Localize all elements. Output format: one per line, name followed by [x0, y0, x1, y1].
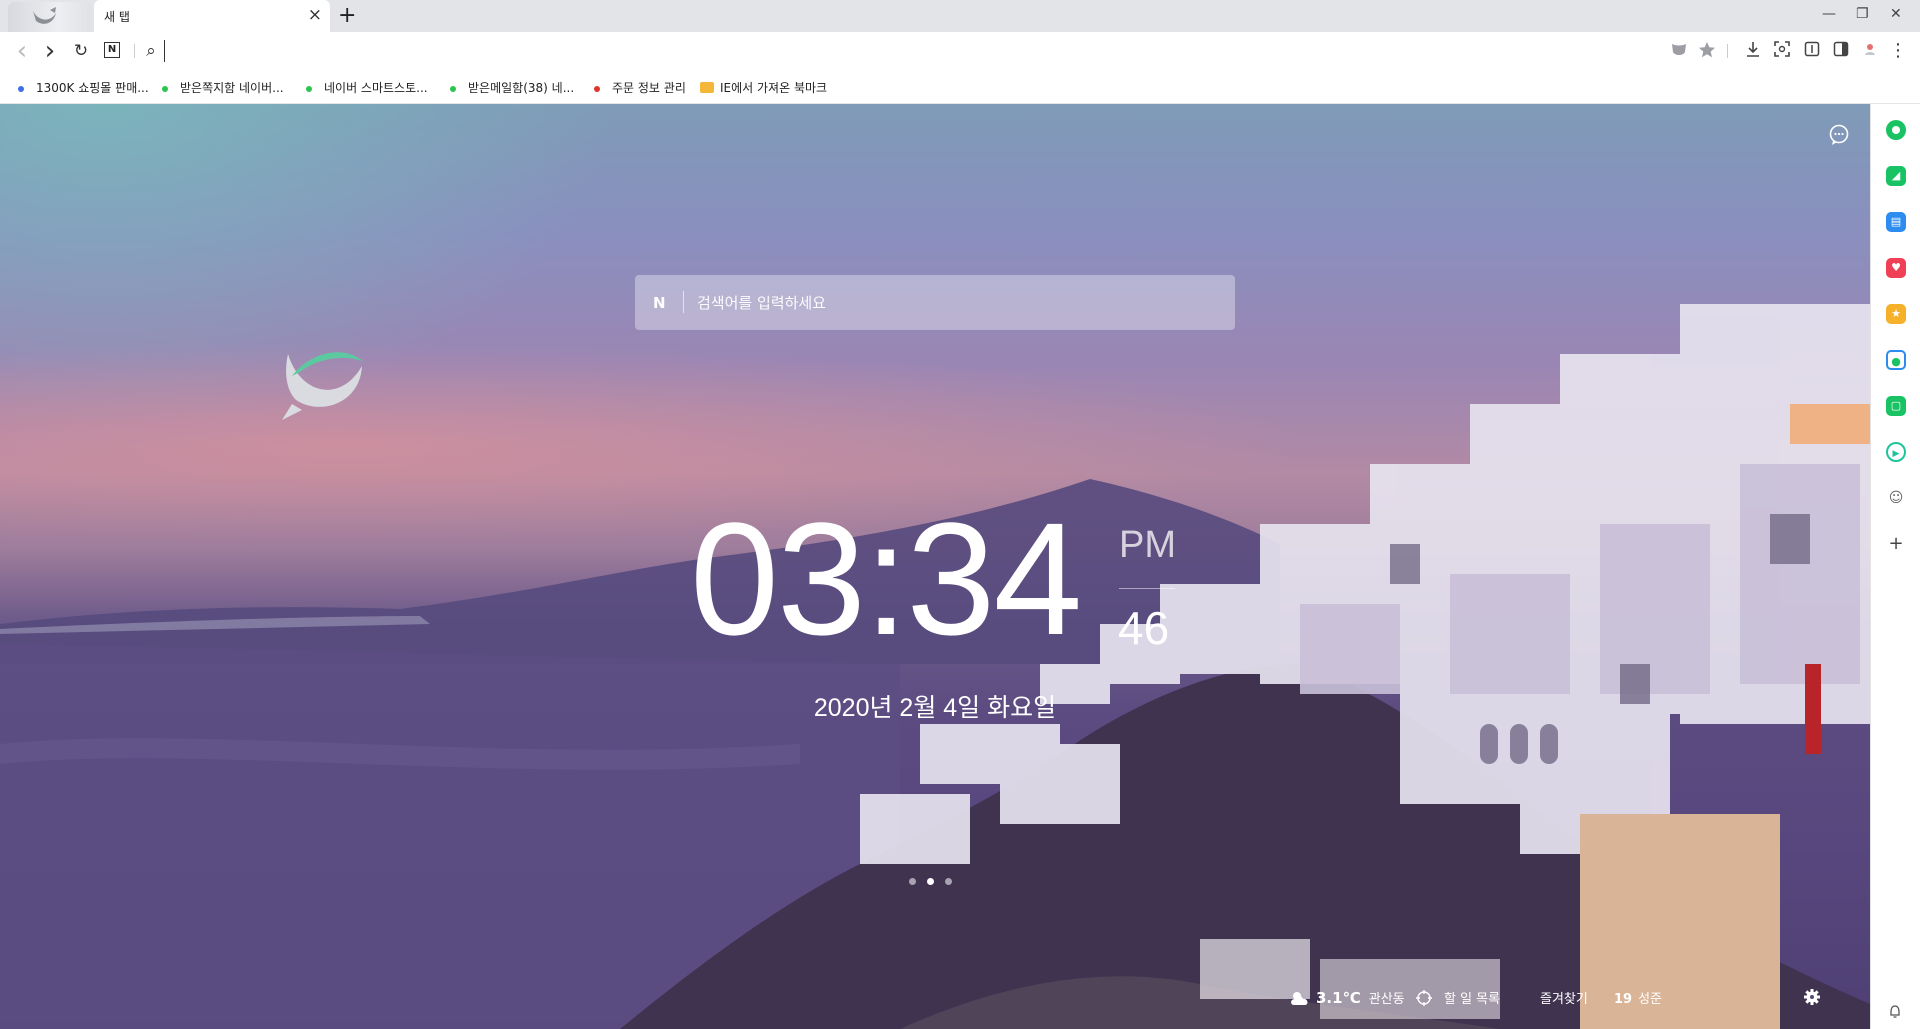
memo-icon[interactable]: ▢	[1886, 396, 1906, 416]
bookmark-label: 네이버 스마트스토...	[324, 81, 428, 95]
clock-time: 03:34	[690, 489, 1082, 668]
bookmark-label: IE에서 가져온 북마크	[720, 81, 828, 95]
navigation-bar: ‹ › ↻ N ⌕ ⋮	[0, 32, 1920, 70]
clock-divider	[1119, 588, 1175, 589]
search-input[interactable]	[697, 289, 1217, 317]
new-tab-page: N 03:34 PM 46 2020년 2월 4일 화요일 3.1℃ 관산동 할 …	[0, 104, 1870, 1029]
forward-button[interactable]: ›	[40, 38, 60, 64]
close-window-button[interactable]: ✕	[1890, 4, 1902, 24]
tab-strip: 새 탭 × + — ❐ ✕	[0, 0, 1920, 32]
page-dot[interactable]	[945, 878, 952, 885]
tab-new-tab[interactable]: 새 탭 ×	[94, 0, 330, 32]
sidebar-toggle-icon[interactable]	[1831, 41, 1851, 61]
divider	[683, 291, 684, 313]
right-sidebar: ◢ ▤ ♥ ★ ● ▢ ▶ ☺ +	[1870, 104, 1920, 1029]
tab-pinned[interactable]	[8, 2, 92, 32]
clock-date: 2020년 2월 4일 화요일	[813, 694, 1057, 722]
bookmark-item[interactable]: 네이버 스마트스토...	[306, 79, 428, 96]
settings-gear-icon[interactable]	[1803, 988, 1821, 1010]
translate-icon[interactable]: ●	[1886, 350, 1906, 370]
new-tab-button[interactable]: +	[338, 3, 356, 29]
restore-button[interactable]: ❐	[1856, 4, 1869, 24]
address-bar-input[interactable]	[164, 40, 1164, 62]
weather-temperature: 3.1℃	[1316, 989, 1361, 1007]
clock-seconds: 46	[1118, 602, 1170, 654]
bookmark-star-icon[interactable]	[1697, 41, 1717, 61]
bookmark-favicon-icon	[450, 85, 456, 92]
green-circle-icon[interactable]	[1886, 120, 1906, 140]
weather-location: 관산동	[1368, 992, 1405, 1007]
tab-title: 새 탭	[104, 10, 130, 24]
bookmark-item[interactable]: 주문 정보 관리	[594, 79, 686, 96]
naver-home-button[interactable]: N	[104, 42, 120, 58]
papago-icon[interactable]: ☺	[1886, 488, 1906, 508]
chat-bubble-icon[interactable]	[1828, 124, 1850, 150]
target-icon	[1416, 990, 1432, 1006]
calendar-icon[interactable]: ▤	[1886, 212, 1906, 232]
folder-icon	[700, 82, 714, 93]
back-button[interactable]: ‹	[12, 38, 32, 64]
bookmark-item[interactable]: 받은쪽지함 네이버...	[162, 79, 284, 96]
horoscope-number: 19	[1614, 992, 1633, 1007]
bookmark-label: 받은메일함(38) 네...	[468, 81, 575, 95]
capture-icon[interactable]	[1772, 41, 1792, 61]
bell-icon[interactable]: ◢	[1886, 166, 1906, 186]
tab-close-button[interactable]: ×	[308, 5, 322, 25]
search-icon: ⌕	[146, 41, 156, 61]
todo-label: 할 일 목록	[1444, 992, 1501, 1007]
star-icon[interactable]: ★	[1886, 304, 1906, 324]
horoscope-widget[interactable]: 19 성준	[1614, 988, 1662, 1007]
reader-mode-icon[interactable]	[1802, 41, 1822, 61]
bookmark-item[interactable]: 1300K 쇼핑몰 판매...	[18, 79, 149, 96]
bookmark-folder[interactable]: IE에서 가져온 북마크	[700, 79, 827, 96]
divider	[134, 44, 135, 58]
todo-widget[interactable]: 할 일 목록	[1416, 988, 1500, 1007]
bookmark-favicon-icon	[162, 85, 168, 92]
add-sidebar-item-button[interactable]: +	[1886, 534, 1906, 554]
page-dot[interactable]	[909, 878, 916, 885]
bookmark-favicon-icon	[18, 85, 24, 92]
play-icon[interactable]: ▶	[1886, 442, 1906, 462]
profile-icon[interactable]	[1860, 41, 1880, 61]
bookmark-favicon-icon	[594, 85, 600, 92]
notification-bell-icon[interactable]	[1888, 1004, 1902, 1023]
search-box[interactable]: N	[635, 275, 1235, 330]
bookmark-favicon-icon	[306, 85, 312, 92]
weather-widget[interactable]: 3.1℃ 관산동	[1290, 988, 1405, 1007]
bookmark-label: 주문 정보 관리	[612, 81, 686, 95]
shield-icon[interactable]	[1669, 41, 1689, 61]
page-dot-active[interactable]	[927, 878, 934, 885]
divider	[1727, 44, 1728, 58]
weather-cloud-icon	[1291, 992, 1308, 1005]
bookmark-label: 받은쪽지함 네이버...	[180, 81, 284, 95]
whale-logo-icon	[33, 7, 56, 24]
minimize-button[interactable]: —	[1822, 4, 1836, 24]
menu-icon[interactable]: ⋮	[1888, 41, 1908, 61]
bookmark-label: 1300K 쇼핑몰 판매...	[36, 81, 149, 95]
pocket-icon[interactable]: ♥	[1886, 258, 1906, 278]
favorites-link[interactable]: 즐겨찾기	[1540, 988, 1588, 1007]
naver-logo-icon: N	[653, 294, 666, 312]
clock-ampm: PM	[1119, 524, 1176, 566]
bookmark-item[interactable]: 받은메일함(38) 네...	[450, 79, 574, 96]
download-icon[interactable]	[1743, 41, 1763, 61]
horoscope-label: 성준	[1638, 992, 1663, 1007]
reload-button[interactable]: ↻	[71, 41, 91, 61]
bookmarks-bar: 1300K 쇼핑몰 판매... 받은쪽지함 네이버... 네이버 스마트스토..…	[0, 70, 1920, 104]
